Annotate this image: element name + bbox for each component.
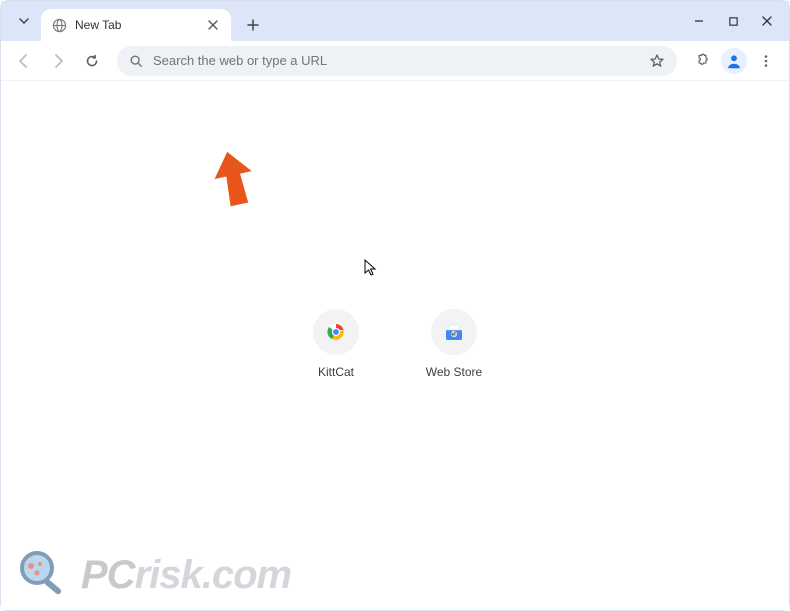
address-input[interactable] [153,53,639,68]
arrow-right-icon [50,53,66,69]
browser-tab[interactable]: New Tab [41,9,231,41]
chevron-down-icon [18,15,30,27]
address-bar[interactable] [117,46,677,76]
toolbar [1,41,789,81]
maximize-icon [728,16,739,27]
new-tab-page: KittCat Web Store [1,81,789,610]
minimize-button[interactable] [685,7,713,35]
profile-icon [725,52,743,70]
back-button[interactable] [9,46,39,76]
tab-search-button[interactable] [13,10,35,32]
shortcut-grid: KittCat Web Store [296,309,494,379]
close-icon [208,20,218,30]
reload-icon [84,53,100,69]
globe-icon [51,17,67,33]
maximize-button[interactable] [719,7,747,35]
extensions-button[interactable] [687,46,717,76]
search-icon [129,54,143,68]
shortcut-label: KittCat [318,365,354,379]
shortcut-circle [313,309,359,355]
window-controls [685,1,781,41]
tab-title: New Tab [75,18,121,32]
titlebar: New Tab [1,1,789,41]
tab-close-button[interactable] [205,17,221,33]
reload-button[interactable] [77,46,107,76]
close-window-button[interactable] [753,7,781,35]
forward-button[interactable] [43,46,73,76]
chrome-icon [326,322,346,342]
minimize-icon [693,15,705,27]
shortcut-webstore[interactable]: Web Store [414,309,494,379]
puzzle-icon [694,52,711,69]
shortcut-label: Web Store [426,365,482,379]
shortcut-kittcat[interactable]: KittCat [296,309,376,379]
menu-button[interactable] [751,46,781,76]
profile-button[interactable] [721,48,747,74]
mouse-cursor-icon [364,259,378,277]
bookmark-star-icon[interactable] [649,53,665,69]
kebab-icon [759,54,773,68]
annotation-arrow-icon [209,149,259,209]
shortcut-circle [431,309,477,355]
new-tab-button[interactable] [239,11,267,39]
arrow-left-icon [16,53,32,69]
plus-icon [247,19,259,31]
close-icon [761,15,773,27]
chrome-webstore-icon [444,322,464,342]
